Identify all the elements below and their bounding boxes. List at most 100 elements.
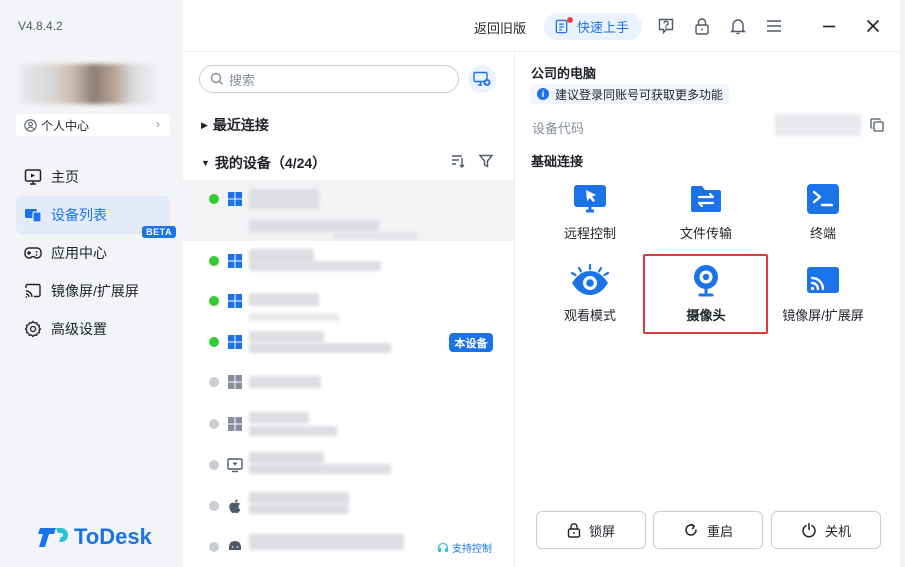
device-title: 公司的电脑 bbox=[531, 66, 597, 81]
sidebar-item-label: 设备列表 bbox=[51, 207, 107, 223]
device-name-blurred bbox=[249, 331, 324, 343]
feature-watch-mode[interactable]: 观看模式 bbox=[540, 263, 640, 324]
device-code-label: 设备代码 bbox=[532, 121, 585, 136]
lock-button[interactable] bbox=[692, 16, 712, 36]
feature-label: 镜像屏/扩展屏 bbox=[782, 308, 864, 323]
device-info-blurred bbox=[249, 220, 379, 232]
mac-desktop-icon bbox=[227, 458, 243, 473]
my-devices-label: 我的设备（4/24） bbox=[214, 155, 327, 171]
android-icon bbox=[229, 541, 241, 550]
filter-button[interactable] bbox=[478, 154, 494, 171]
camera-highlight-frame bbox=[643, 254, 768, 334]
avatar[interactable] bbox=[20, 64, 155, 104]
online-status-dot bbox=[209, 337, 219, 347]
device-name-blurred bbox=[249, 412, 309, 424]
login-tip-text: 建议登录同账号可获取更多功能 bbox=[555, 87, 724, 102]
window-edge bbox=[900, 0, 905, 567]
quick-start-button[interactable]: 快速上手 bbox=[544, 13, 642, 40]
restart-icon bbox=[685, 523, 697, 536]
restart-button[interactable]: 重启 bbox=[653, 511, 763, 549]
profile-center-button[interactable]: 个人中心 › bbox=[16, 114, 170, 136]
feature-label: 远程控制 bbox=[563, 226, 616, 241]
this-device-badge: 本设备 bbox=[449, 333, 493, 352]
file-transfer-icon bbox=[691, 186, 721, 212]
recent-connections-label: 最近连接 bbox=[212, 117, 269, 133]
remote-support-icon bbox=[437, 542, 449, 552]
sidebar-item-app-center[interactable]: 应用中心 bbox=[16, 234, 170, 272]
support-control-label: 支持控制 bbox=[452, 544, 492, 555]
triangle-right-icon: ▶ bbox=[201, 119, 208, 130]
close-icon bbox=[866, 19, 880, 33]
profile-center-label: 个人中心 bbox=[41, 118, 90, 133]
feature-label: 观看模式 bbox=[563, 308, 616, 323]
lock-screen-button[interactable]: 锁屏 bbox=[536, 511, 646, 549]
todesk-logo: ToDesk bbox=[38, 524, 152, 550]
help-button[interactable] bbox=[656, 16, 676, 36]
device-name-blurred bbox=[249, 492, 349, 504]
windows-icon bbox=[228, 335, 242, 349]
menu-button[interactable] bbox=[764, 16, 784, 36]
copy-button[interactable] bbox=[870, 118, 884, 135]
windows-icon bbox=[228, 375, 242, 389]
device-panel: 搜索 ▶ 最近连接 ▼ 我的设备（4/24） 本设备 支持控制 bbox=[183, 52, 515, 567]
version-label: V4.8.4.2 bbox=[18, 19, 63, 33]
device-row[interactable]: 本设备 bbox=[183, 321, 514, 362]
feature-mirror-screen[interactable]: 镜像屏/扩展屏 bbox=[773, 263, 873, 324]
bell-icon bbox=[730, 19, 746, 35]
sidebar-item-home[interactable]: 主页 bbox=[16, 158, 170, 196]
sidebar-item-label: 应用中心 bbox=[51, 245, 107, 261]
device-name-blurred bbox=[249, 452, 324, 464]
device-row[interactable] bbox=[183, 241, 514, 281]
device-row[interactable] bbox=[183, 180, 514, 241]
device-list-icon bbox=[25, 209, 42, 223]
online-status-dot bbox=[209, 296, 219, 306]
sidebar-item-label: 镜像屏/扩展屏 bbox=[51, 283, 139, 299]
return-old-version-link[interactable]: 返回旧版 bbox=[474, 18, 526, 37]
minimize-button[interactable] bbox=[819, 16, 839, 36]
windows-icon bbox=[228, 294, 242, 308]
eye-icon bbox=[570, 263, 610, 295]
device-info-blurred bbox=[249, 313, 339, 321]
device-row[interactable] bbox=[183, 281, 514, 321]
minimize-icon bbox=[823, 25, 835, 28]
sidebar-nav: 主页 设备列表 BETA 应用中心 镜像屏/扩展屏 高级设置 bbox=[16, 158, 176, 348]
online-status-dot bbox=[209, 194, 219, 204]
my-devices-toggle[interactable]: ▼ 我的设备（4/24） bbox=[201, 153, 326, 173]
feature-terminal[interactable]: 终端 bbox=[773, 181, 873, 242]
sidebar-item-advanced-settings[interactable]: 高级设置 bbox=[16, 310, 170, 348]
device-row[interactable] bbox=[183, 362, 514, 402]
user-icon bbox=[24, 118, 37, 132]
add-device-button[interactable] bbox=[468, 65, 496, 93]
triangle-down-icon: ▼ bbox=[201, 158, 210, 168]
sidebar-item-device-list[interactable]: 设备列表 BETA bbox=[16, 196, 176, 238]
search-icon bbox=[210, 72, 223, 85]
restart-label: 重启 bbox=[706, 523, 733, 539]
notification-button[interactable] bbox=[728, 16, 748, 36]
power-icon bbox=[802, 522, 816, 538]
search-placeholder: 搜索 bbox=[229, 72, 256, 88]
feature-file-transfer[interactable]: 文件传输 bbox=[656, 181, 756, 242]
device-info-blurred bbox=[249, 261, 381, 271]
top-bar: 返回旧版 快速上手 bbox=[183, 0, 900, 52]
shutdown-label: 关机 bbox=[824, 523, 851, 539]
windows-icon bbox=[228, 254, 242, 268]
shutdown-button[interactable]: 关机 bbox=[771, 511, 881, 549]
offline-status-dot bbox=[209, 419, 219, 429]
recent-connections-toggle[interactable]: ▶ 最近连接 bbox=[201, 115, 269, 135]
device-row[interactable] bbox=[183, 402, 514, 442]
feature-remote-control[interactable]: 远程控制 bbox=[540, 181, 640, 242]
search-input[interactable]: 搜索 bbox=[199, 65, 459, 93]
device-row[interactable]: 支持控制 bbox=[183, 522, 514, 562]
cast-icon bbox=[25, 283, 41, 298]
support-control-badge: 支持控制 bbox=[437, 540, 492, 555]
brand-name: ToDesk bbox=[74, 524, 152, 549]
device-row[interactable] bbox=[183, 442, 514, 482]
todesk-logo-icon bbox=[38, 528, 68, 547]
close-button[interactable] bbox=[863, 16, 883, 36]
feature-label: 文件传输 bbox=[679, 226, 732, 241]
sidebar-item-mirror-screen[interactable]: 镜像屏/扩展屏 bbox=[16, 272, 170, 310]
device-row[interactable] bbox=[183, 482, 514, 522]
sort-button[interactable] bbox=[451, 154, 465, 171]
chevron-right-icon: › bbox=[156, 117, 160, 131]
menu-icon bbox=[767, 20, 781, 32]
